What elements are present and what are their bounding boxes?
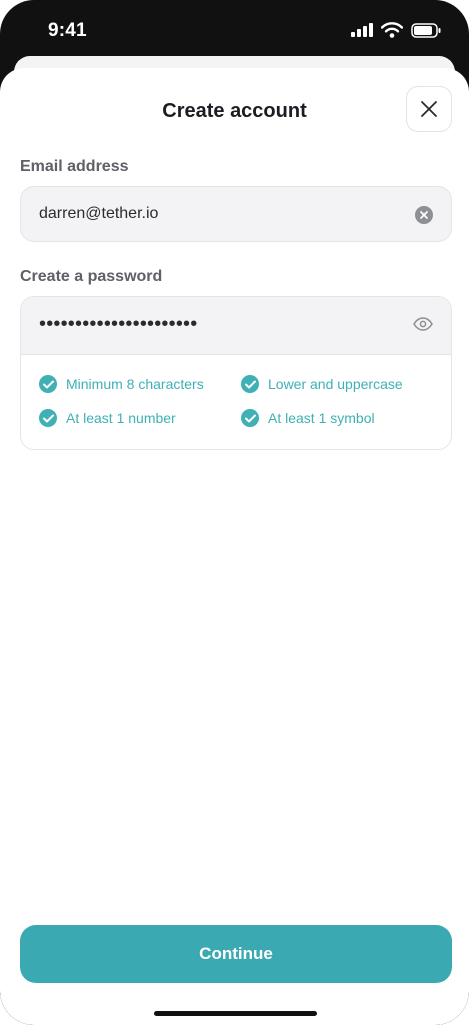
continue-button[interactable]: Continue [20, 925, 452, 983]
create-account-sheet: Create account Email address darren@teth… [0, 68, 469, 1025]
check-icon [241, 375, 259, 393]
check-icon [39, 409, 57, 427]
requirement-label: At least 1 number [66, 410, 176, 426]
eye-icon [413, 317, 433, 331]
check-icon [39, 375, 57, 393]
requirement-item: Lower and uppercase [241, 375, 403, 393]
requirement-label: At least 1 symbol [268, 410, 375, 426]
check-icon [241, 409, 259, 427]
battery-icon [411, 22, 441, 38]
page-title: Create account [162, 100, 307, 122]
password-card: •••••••••••••••••••••• Minimum 8 charact… [20, 296, 452, 450]
status-time: 9:41 [48, 20, 87, 41]
email-label: Email address [20, 158, 129, 175]
password-value[interactable]: •••••••••••••••••••••• [39, 313, 197, 336]
close-button[interactable] [406, 86, 452, 132]
clear-button[interactable] [415, 206, 433, 229]
clear-icon [415, 206, 433, 224]
email-value[interactable]: darren@tether.io [39, 205, 158, 223]
phone-frame: 9:41 Create account Email address darren… [0, 0, 469, 1025]
status-icons [351, 22, 441, 38]
password-label: Create a password [20, 268, 163, 285]
requirement-label: Lower and uppercase [268, 376, 403, 392]
email-field[interactable]: darren@tether.io [20, 186, 452, 242]
signal-icon [351, 23, 373, 37]
requirement-label: Minimum 8 characters [66, 376, 204, 392]
home-indicator [154, 1011, 317, 1016]
close-icon [421, 101, 437, 117]
wifi-icon [381, 22, 403, 38]
status-bar: 9:41 [0, 0, 469, 62]
toggle-visibility-button[interactable] [413, 317, 433, 336]
requirement-item: At least 1 symbol [241, 409, 375, 427]
requirement-item: Minimum 8 characters [39, 375, 204, 393]
password-field[interactable]: •••••••••••••••••••••• [21, 297, 451, 355]
requirement-item: At least 1 number [39, 409, 176, 427]
